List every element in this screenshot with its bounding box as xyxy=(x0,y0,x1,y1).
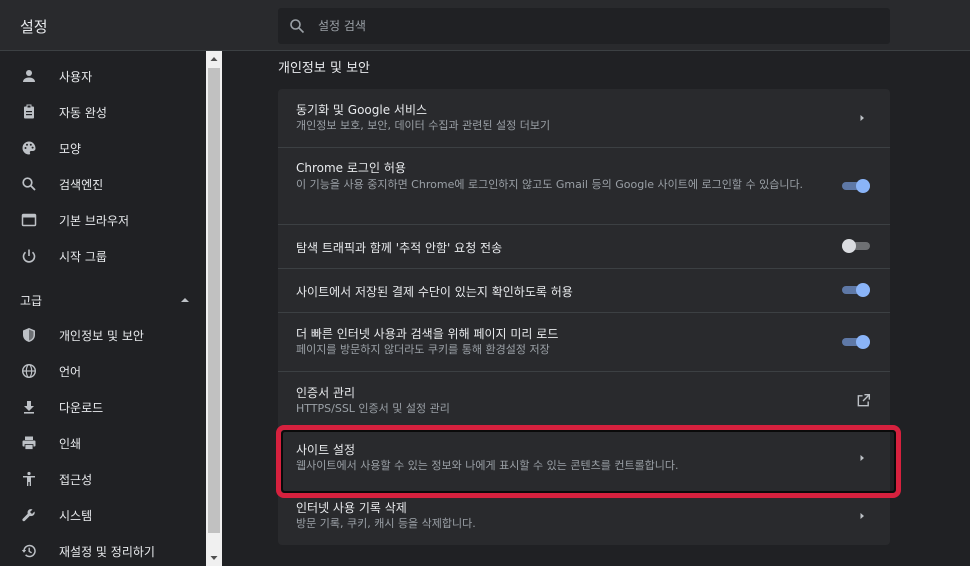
toggle-knob xyxy=(842,239,856,253)
scrollbar-thumb[interactable] xyxy=(208,68,220,533)
row-title: 더 빠른 인터넷 사용과 검색을 위해 페이지 미리 로드 xyxy=(296,327,559,341)
row-sync-google-services[interactable]: 동기화 및 Google 서비스 개인정보 보호, 보안, 데이터 수집과 관련… xyxy=(278,89,890,147)
row-subtitle: 이 기능을 사용 중지하면 Chrome에 로그인하지 않고도 Gmail 등의… xyxy=(296,178,804,191)
sidebar-item-autofill[interactable]: 자동 완성 xyxy=(0,94,206,130)
scroll-down-arrow-icon[interactable] xyxy=(206,550,222,566)
globe-icon xyxy=(21,363,37,379)
sidebar-item-label: 재설정 및 정리하기 xyxy=(59,545,155,559)
search-icon xyxy=(22,177,36,191)
toggle-knob xyxy=(856,179,870,193)
sidebar-item-label: 개인정보 및 보안 xyxy=(59,329,144,343)
sidebar-item-appearance[interactable]: 모양 xyxy=(0,130,206,166)
row-title: 동기화 및 Google 서비스 xyxy=(296,103,428,117)
row-manage-certificates[interactable]: 인증서 관리 HTTPS/SSL 인증서 및 설정 관리 xyxy=(278,371,890,429)
external-link-icon xyxy=(857,393,871,407)
advanced-toggle[interactable]: 고급 xyxy=(20,292,190,312)
download-icon xyxy=(24,401,34,414)
accessibility-icon xyxy=(23,471,35,486)
toggle-switch[interactable] xyxy=(842,283,870,297)
row-payment-methods[interactable]: 사이트에서 저장된 결제 수단이 있는지 확인하도록 허용 xyxy=(278,268,890,312)
row-title: 사이트에서 저장된 결제 수단이 있는지 확인하도록 허용 xyxy=(296,285,573,299)
sidebar-item-label: 자동 완성 xyxy=(59,106,107,120)
sidebar-item-accessibility[interactable]: 접근성 xyxy=(0,461,206,497)
printer-icon xyxy=(22,436,36,450)
toggle-switch[interactable] xyxy=(842,239,870,253)
sidebar-item-label: 기본 브라우저 xyxy=(59,214,130,228)
search-icon xyxy=(290,19,305,34)
wrench-icon xyxy=(22,509,35,522)
highlight-inner-border xyxy=(281,430,896,493)
power-icon xyxy=(22,249,36,263)
sidebar-scrollbar[interactable] xyxy=(206,51,222,566)
sidebar-item-reset[interactable]: 재설정 및 정리하기 xyxy=(0,533,206,566)
row-title: Chrome 로그인 허용 xyxy=(296,161,406,175)
row-title: 탐색 트래픽과 함께 '추적 안함' 요청 전송 xyxy=(296,241,503,255)
sidebar-item-label: 검색엔진 xyxy=(59,178,104,192)
toggle-knob xyxy=(856,335,870,349)
history-icon xyxy=(21,544,36,558)
sidebar-item-downloads[interactable]: 다운로드 xyxy=(0,389,206,425)
chevron-right-icon xyxy=(860,115,864,121)
toggle-switch[interactable] xyxy=(842,335,870,349)
sidebar-item-label: 모양 xyxy=(59,142,82,156)
sidebar-item-label: 사용자 xyxy=(59,70,93,84)
row-subtitle: 개인정보 보호, 보안, 데이터 수집과 관련된 설정 더보기 xyxy=(296,119,551,132)
sidebar-item-privacy[interactable]: 개인정보 및 보안 xyxy=(0,317,206,353)
chevron-up-icon xyxy=(181,298,189,302)
search-input[interactable] xyxy=(318,8,878,44)
browser-icon xyxy=(21,213,37,227)
row-preload-pages[interactable]: 더 빠른 인터넷 사용과 검색을 위해 페이지 미리 로드 페이지를 방문하지 … xyxy=(278,312,890,371)
sidebar-item-label: 시스템 xyxy=(59,509,93,523)
sidebar-item-label: 접근성 xyxy=(59,473,93,487)
sidebar: 사용자 자동 완성 모양 검색엔진 기본 브라우저 시작 그룹 고급 개인정보 … xyxy=(0,51,206,566)
chevron-right-icon xyxy=(860,513,864,519)
sidebar-item-search-engine[interactable]: 검색엔진 xyxy=(0,166,206,202)
search-box[interactable] xyxy=(278,8,890,44)
scroll-up-arrow-icon[interactable] xyxy=(206,51,222,67)
section-title: 개인정보 및 보안 xyxy=(278,61,370,76)
sidebar-item-startup[interactable]: 시작 그룹 xyxy=(0,238,206,274)
row-title: 인터넷 사용 기록 삭제 xyxy=(296,501,407,515)
advanced-label: 고급 xyxy=(20,294,43,308)
palette-icon xyxy=(22,141,36,155)
sidebar-item-label: 인쇄 xyxy=(59,437,82,451)
sidebar-item-printing[interactable]: 인쇄 xyxy=(0,425,206,461)
top-bar: 설정 xyxy=(0,0,970,51)
sidebar-item-label: 다운로드 xyxy=(59,401,104,415)
sidebar-item-languages[interactable]: 언어 xyxy=(0,353,206,389)
row-subtitle: 방문 기록, 쿠키, 캐시 등을 삭제합니다. xyxy=(296,517,476,530)
row-subtitle: 페이지를 방문하지 않더라도 쿠키를 통해 환경설정 저장 xyxy=(296,343,550,356)
sidebar-item-default-browser[interactable]: 기본 브라우저 xyxy=(0,202,206,238)
sidebar-item-system[interactable]: 시스템 xyxy=(0,497,206,533)
shield-icon xyxy=(23,328,35,342)
row-subtitle: HTTPS/SSL 인증서 및 설정 관리 xyxy=(296,402,450,415)
sidebar-item-label: 시작 그룹 xyxy=(59,250,107,264)
sidebar-item-label: 언어 xyxy=(59,365,82,379)
page-title: 설정 xyxy=(20,18,48,36)
toggle-switch[interactable] xyxy=(842,179,870,193)
clipboard-icon xyxy=(24,104,34,119)
row-title: 인증서 관리 xyxy=(296,386,356,400)
row-chrome-sign-in[interactable]: Chrome 로그인 허용 이 기능을 사용 중지하면 Chrome에 로그인하… xyxy=(278,147,890,224)
person-icon xyxy=(23,70,35,82)
row-do-not-track[interactable]: 탐색 트래픽과 함께 '추적 안함' 요청 전송 xyxy=(278,224,890,268)
sidebar-item-people[interactable]: 사용자 xyxy=(0,58,206,94)
toggle-knob xyxy=(856,283,870,297)
